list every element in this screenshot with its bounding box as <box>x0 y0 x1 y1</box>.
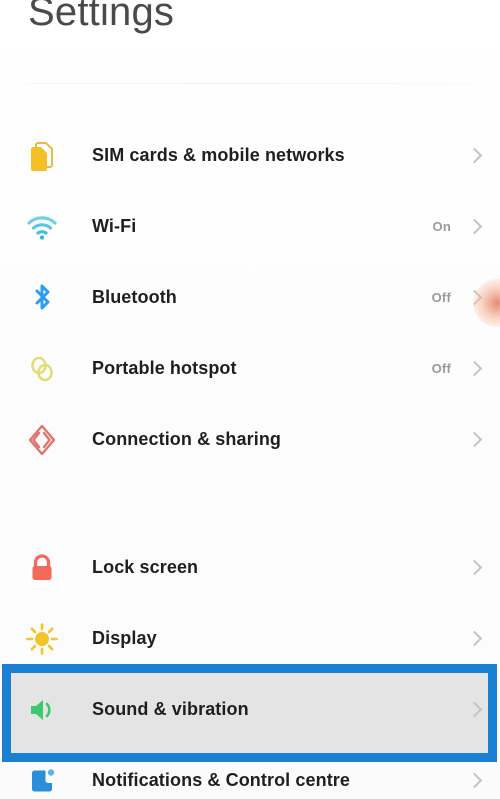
sidebar-item-label: Lock screen <box>92 557 199 577</box>
sidebar-item-notifications-control-centre[interactable]: Notifications & Control centre <box>0 745 500 799</box>
chevron-right-icon[interactable] <box>469 147 480 165</box>
row-right <box>451 630 500 648</box>
row-right: Off <box>432 289 500 307</box>
sidebar-item-lock-screen[interactable]: Lock screen <box>0 532 500 603</box>
page-title: Settings <box>28 0 175 34</box>
sim-cards-icon <box>22 136 62 176</box>
chevron-right-icon[interactable] <box>469 630 480 648</box>
sidebar-item-label: Bluetooth <box>92 287 177 307</box>
lock-icon <box>22 548 62 588</box>
row-right: On <box>433 218 500 236</box>
wifi-icon <box>22 207 62 247</box>
sidebar-item-label: Notifications & Control centre <box>92 770 351 790</box>
sidebar-item-connection-sharing[interactable]: Connection & sharing <box>0 404 500 475</box>
bluetooth-icon <box>22 278 62 318</box>
chevron-right-icon[interactable] <box>469 431 480 449</box>
chevron-right-icon[interactable] <box>469 360 480 378</box>
sidebar-item-bluetooth[interactable]: Bluetooth Off <box>0 262 500 333</box>
row-right <box>451 431 500 449</box>
settings-group-network: SIM cards & mobile networks Wi-Fi On Blu… <box>0 120 500 475</box>
notifications-icon <box>22 761 62 799</box>
sidebar-item-label: Sound & vibration <box>92 699 249 719</box>
row-right <box>451 701 500 719</box>
chevron-right-icon[interactable] <box>469 559 480 577</box>
sidebar-item-sim-cards[interactable]: SIM cards & mobile networks <box>0 120 500 191</box>
status-value: On <box>432 219 451 234</box>
settings-screen: Settings SIM cards & mobile networks Wi-… <box>0 0 500 799</box>
sidebar-item-label: Wi-Fi <box>92 216 137 236</box>
sidebar-item-label: Connection & sharing <box>92 429 282 449</box>
status-value: Off <box>431 361 451 376</box>
connection-sharing-icon <box>22 420 62 460</box>
sidebar-item-portable-hotspot[interactable]: Portable hotspot Off <box>0 333 500 404</box>
sound-speaker-icon <box>22 690 62 730</box>
chevron-right-icon[interactable] <box>469 772 480 790</box>
sidebar-item-label: Portable hotspot <box>92 358 237 378</box>
header: Settings <box>0 0 500 84</box>
sidebar-item-display[interactable]: Display <box>0 603 500 674</box>
row-right <box>451 147 500 165</box>
display-sun-icon <box>22 619 62 659</box>
row-right <box>451 772 500 790</box>
status-value: Off <box>431 290 451 305</box>
sidebar-item-wifi[interactable]: Wi-Fi On <box>0 191 500 262</box>
sidebar-item-label: SIM cards & mobile networks <box>92 145 345 165</box>
sidebar-item-sound-vibration[interactable]: Sound & vibration <box>0 674 500 745</box>
settings-group-system: Lock screen Display Sound & vibration No… <box>0 532 500 799</box>
chevron-right-icon[interactable] <box>469 701 480 719</box>
chevron-right-icon[interactable] <box>469 289 480 307</box>
hotspot-icon <box>22 349 62 389</box>
sidebar-item-label: Display <box>92 628 157 648</box>
chevron-right-icon[interactable] <box>469 218 480 236</box>
row-right: Off <box>432 360 500 378</box>
header-divider <box>28 83 472 84</box>
row-right <box>451 559 500 577</box>
